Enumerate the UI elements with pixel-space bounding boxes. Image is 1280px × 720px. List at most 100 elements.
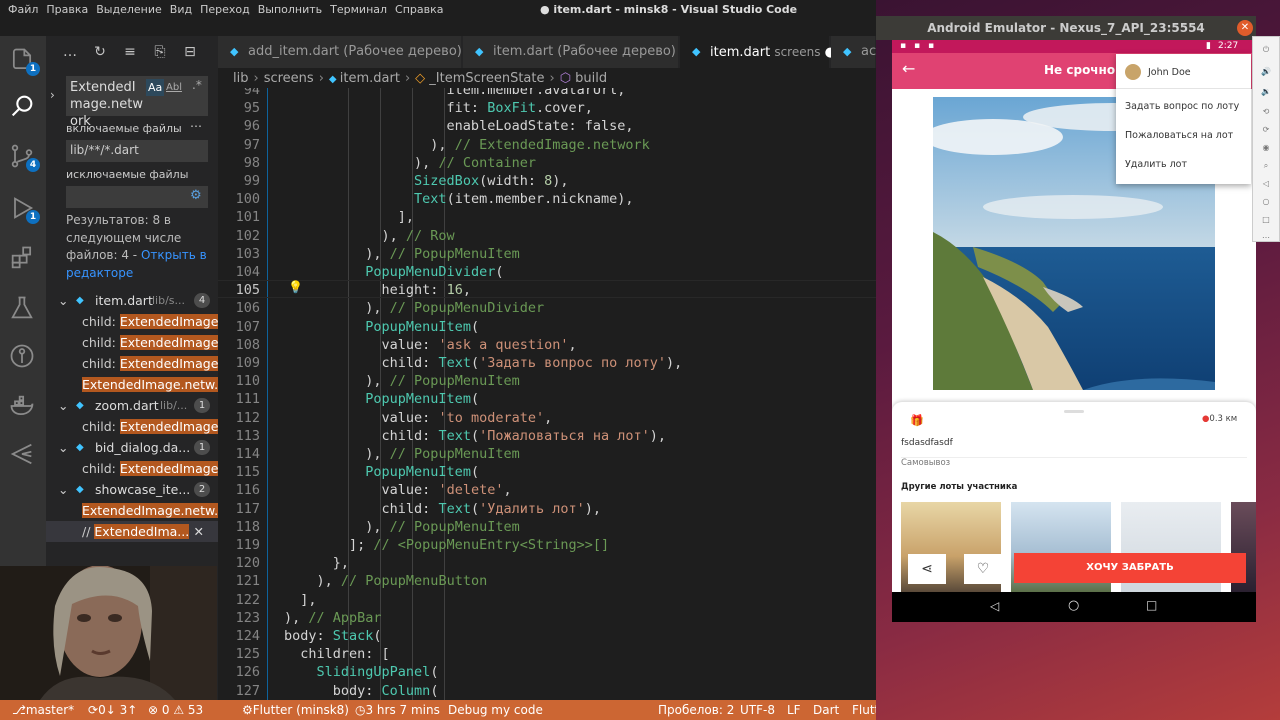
popup-user-name[interactable]: John Doe	[1148, 67, 1191, 78]
eol-status[interactable]: LF	[787, 700, 801, 720]
menu-terminal[interactable]: Терминал	[326, 3, 391, 16]
heart-icon[interactable]: ♡	[964, 554, 1002, 584]
whole-word-icon[interactable]: Abl	[166, 79, 182, 96]
toggle-replace-icon[interactable]: ›	[50, 88, 55, 102]
code-line[interactable]: ), // PopupMenuItem	[284, 246, 519, 262]
code-line[interactable]: item.member.avatarUrl,	[284, 88, 626, 98]
breadcrumb-item[interactable]: screens	[264, 71, 314, 86]
result-match[interactable]: ExtendedImage.netw...	[46, 500, 218, 521]
share-icon[interactable]: ⋖	[908, 554, 946, 584]
code-line[interactable]: ), // PopupMenuButton	[284, 573, 488, 589]
code-line[interactable]: ],	[284, 209, 414, 225]
code-line[interactable]: SlidingUpPanel(	[284, 664, 439, 680]
tab-item-dart[interactable]: ◆item.dart screens ●	[680, 36, 836, 68]
nav-home-icon[interactable]: ○	[1068, 598, 1079, 613]
include-input[interactable]: lib/**/*.dart	[66, 140, 208, 162]
testing-icon[interactable]	[8, 294, 38, 324]
tab-item-worktree[interactable]: ◆ item.dart (Рабочее дерево)	[463, 36, 679, 68]
dismiss-icon[interactable]: ✕	[194, 521, 204, 542]
code-line[interactable]: child: Text('Задать вопрос по лоту'),	[284, 355, 683, 371]
encoding-status[interactable]: UTF-8	[740, 700, 775, 720]
result-match[interactable]: child: ExtendedImage...	[46, 458, 218, 479]
code-line[interactable]: SizedBox(width: 8),	[284, 173, 568, 189]
code-line[interactable]: PopupMenuItem(	[284, 391, 479, 407]
breadcrumb-item[interactable]: item.dart	[340, 71, 400, 86]
menu-help[interactable]: Справка	[391, 3, 447, 16]
source-control-icon[interactable]: 4	[8, 142, 40, 172]
toggle-details-icon[interactable]: …	[190, 116, 202, 130]
result-file[interactable]: ⌄ ◆ item.dart lib/s... 4	[46, 290, 218, 311]
code-line[interactable]: body: Column(	[284, 683, 439, 699]
gear-icon[interactable]: ⚙	[190, 188, 206, 204]
code-editor[interactable]: 💡 94 item.member.avatarUrl, 95 fit: BoxFi…	[218, 88, 876, 700]
exclude-input[interactable]	[66, 186, 208, 208]
code-line[interactable]: PopupMenuItem(	[284, 464, 479, 480]
code-line[interactable]: ), // PopupMenuDivider	[284, 300, 544, 316]
indentation-status[interactable]: Пробелов: 2	[658, 700, 734, 720]
code-line[interactable]: children: [	[284, 646, 389, 662]
code-line[interactable]: ), // ExtendedImage.network	[284, 137, 649, 153]
result-match-selected[interactable]: // ExtendedIma... ✕	[46, 521, 218, 542]
code-line[interactable]: ), // AppBar	[284, 610, 382, 626]
collapse-all-icon[interactable]: ⊟	[182, 44, 198, 60]
flutter-status[interactable]: ⚙ Flutter (minsk8)	[242, 700, 349, 720]
extensions-icon[interactable]	[8, 244, 38, 274]
gitlens-icon[interactable]	[8, 440, 38, 470]
docker-icon[interactable]	[8, 392, 38, 422]
search-icon[interactable]	[8, 92, 38, 122]
code-line[interactable]: ), // Container	[284, 155, 536, 171]
code-line[interactable]: ), // Row	[284, 228, 455, 244]
code-line[interactable]: value: 'to moderate',	[284, 410, 553, 426]
back-arrow-icon[interactable]: ←	[902, 61, 915, 77]
menu-file[interactable]: Файл	[4, 3, 42, 16]
time-tracker[interactable]: ◷ 3 hrs 7 mins	[355, 700, 440, 720]
code-line[interactable]: enableLoadState: false,	[284, 118, 634, 134]
result-file[interactable]: ⌄ ◆ showcase_ite... 2	[46, 479, 218, 500]
result-match[interactable]: child: ExtendedImage...	[46, 332, 218, 353]
code-line[interactable]: child: Text('Пожаловаться на лот'),	[284, 428, 667, 444]
more-actions-icon[interactable]: …	[62, 44, 78, 60]
sync-status[interactable]: ⟳ 0↓ 3↑	[88, 700, 137, 720]
regex-icon[interactable]: .*	[192, 77, 202, 94]
nav-back-icon[interactable]: ◁	[990, 599, 999, 613]
breadcrumb-item[interactable]: build	[575, 71, 607, 86]
back-icon[interactable]: ◁	[1261, 179, 1271, 189]
menu-go[interactable]: Переход	[196, 3, 254, 16]
overview-icon[interactable]: □	[1261, 215, 1271, 225]
language-status[interactable]: Dart	[813, 700, 839, 720]
code-line[interactable]: },	[284, 555, 349, 571]
want-to-take-button[interactable]: ХОЧУ ЗАБРАТЬ	[1014, 553, 1246, 583]
more-icon[interactable]: …	[1261, 231, 1271, 241]
code-line[interactable]: height: 16,	[284, 282, 471, 298]
match-case-icon[interactable]: Aa	[146, 79, 165, 96]
breadcrumb-item[interactable]: _ItemScreenState	[429, 71, 544, 86]
search-input[interactable]: ExtendedImage.network Aa Abl .*	[66, 76, 208, 129]
volume-up-icon[interactable]: 🔊	[1261, 67, 1271, 77]
camera-icon[interactable]: ◉	[1261, 143, 1271, 153]
tab-more[interactable]: ◆ ac	[831, 36, 876, 68]
code-line[interactable]: ],	[284, 592, 316, 608]
volume-down-icon[interactable]: 🔉	[1261, 87, 1271, 97]
breadcrumb-item[interactable]: lib	[233, 71, 248, 86]
code-line[interactable]: ]; // <PopupMenuEntry<String>>[]	[284, 537, 609, 553]
popup-item-report[interactable]: Пожаловаться на лот	[1125, 130, 1233, 141]
code-line[interactable]: Text(item.member.nickname),	[284, 191, 633, 207]
code-line[interactable]: PopupMenuItem(	[284, 319, 479, 335]
result-match[interactable]: ExtendedImage.netw...	[46, 374, 218, 395]
code-line[interactable]: ), // PopupMenuItem	[284, 446, 519, 462]
refresh-icon[interactable]: ↻	[92, 44, 108, 60]
clear-results-icon[interactable]: ≡	[122, 44, 138, 60]
result-match[interactable]: child: ExtendedImage...	[46, 416, 218, 437]
panel-handle[interactable]	[1064, 410, 1084, 413]
code-line[interactable]: ), // PopupMenuItem	[284, 519, 519, 535]
code-line[interactable]: fit: BoxFit.cover,	[284, 100, 593, 116]
power-icon[interactable]: ⏻	[1261, 45, 1271, 55]
result-match[interactable]: child: ExtendedImage...	[46, 311, 218, 332]
result-match[interactable]: child: ExtendedImage...	[46, 353, 218, 374]
popup-item-ask[interactable]: Задать вопрос по лоту	[1125, 101, 1239, 112]
code-line[interactable]: value: 'delete',	[284, 482, 512, 498]
home-icon[interactable]: ○	[1261, 197, 1271, 207]
branch-status[interactable]: ⎇ master*	[12, 700, 74, 720]
menu-view[interactable]: Вид	[166, 3, 196, 16]
menu-run[interactable]: Выполнить	[254, 3, 326, 16]
